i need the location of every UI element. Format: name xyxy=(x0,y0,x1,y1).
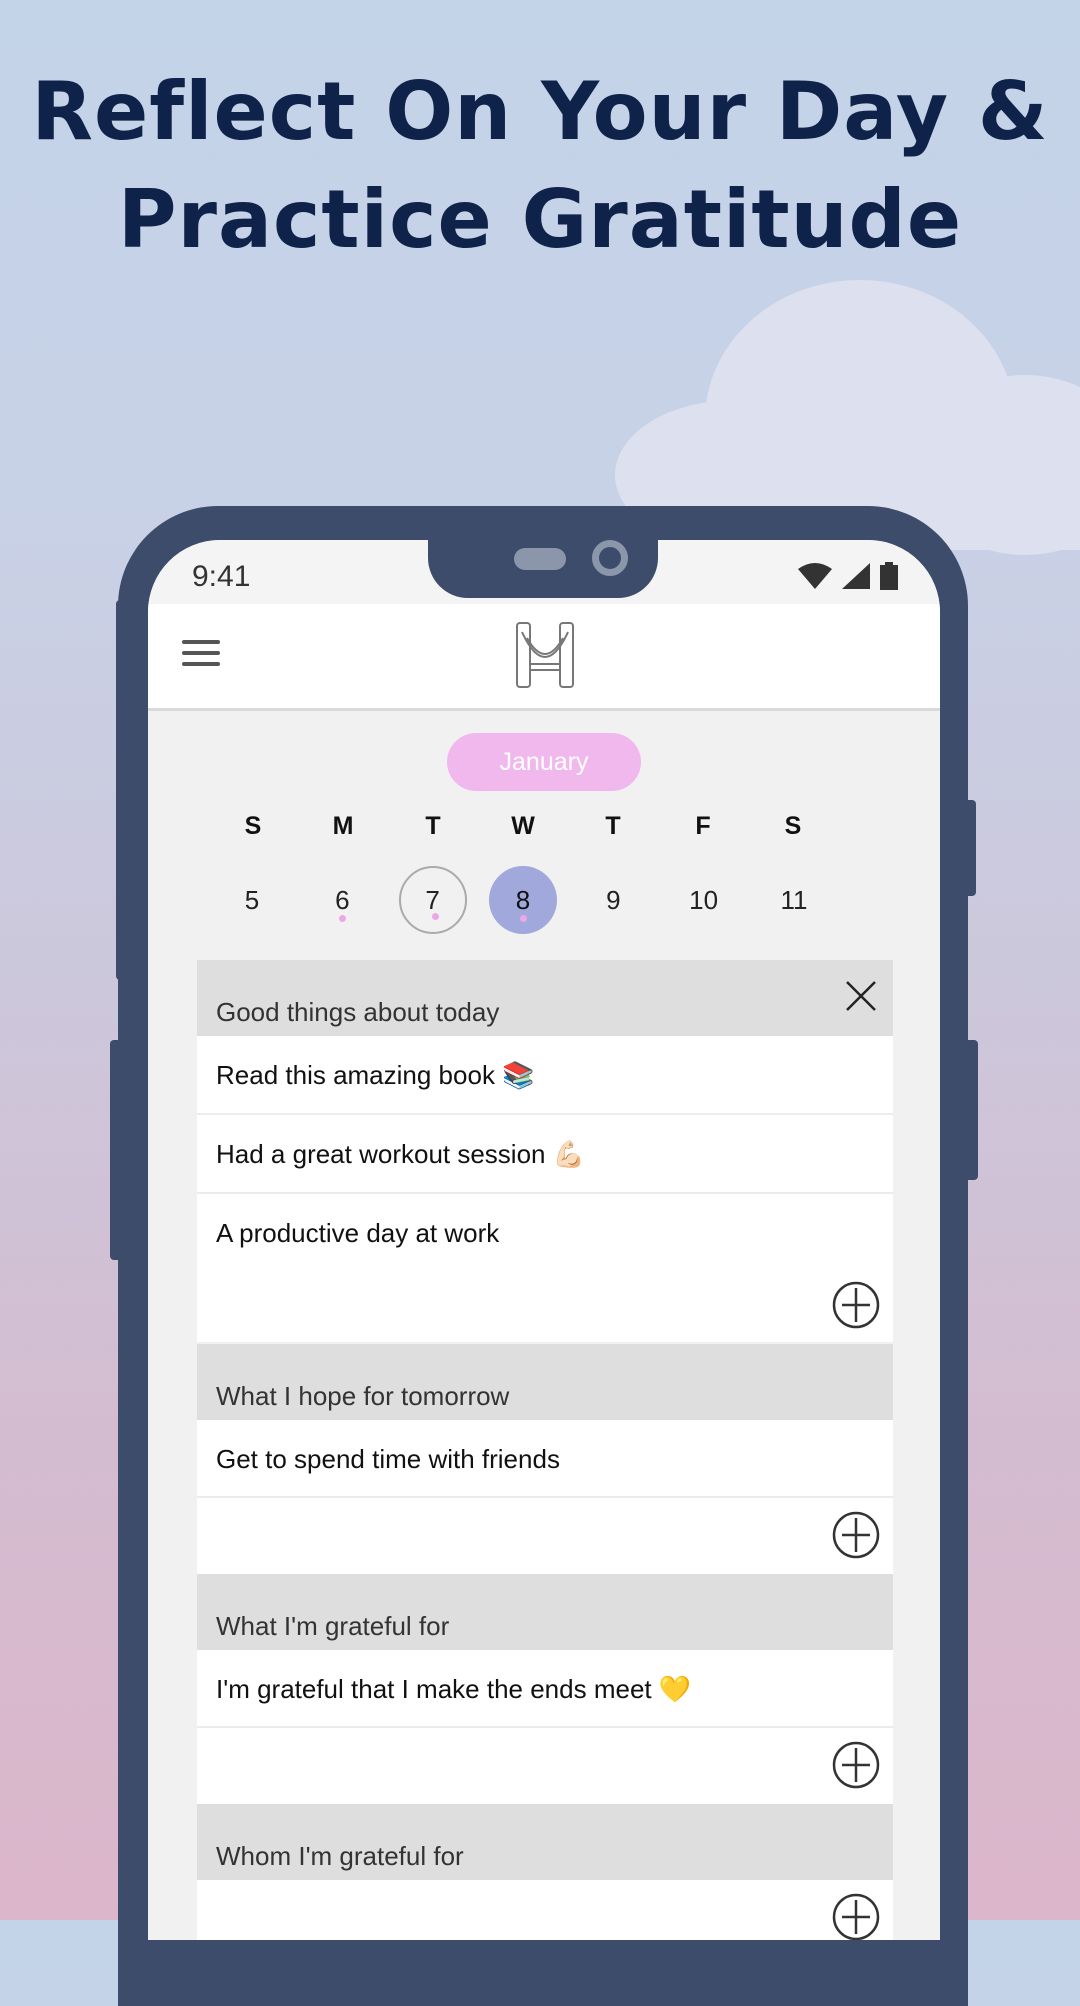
close-icon[interactable] xyxy=(845,980,877,1012)
day-11[interactable]: 11 xyxy=(760,866,828,934)
day-7-today[interactable]: 7 xyxy=(398,866,467,934)
day-5[interactable]: 5 xyxy=(218,866,286,934)
entry-item[interactable]: A productive day at work xyxy=(197,1194,893,1342)
headline: Reflect On Your Day & Practice Gratitude xyxy=(0,58,1080,274)
add-entry-icon[interactable] xyxy=(831,1280,881,1330)
section-title: Whom I'm grateful for xyxy=(216,1841,464,1871)
entry-item[interactable]: Get to spend time with friends xyxy=(197,1420,893,1498)
speaker-icon xyxy=(514,548,566,570)
day-10[interactable]: 10 xyxy=(670,866,738,934)
status-bar: 9:41 xyxy=(148,540,940,604)
entry-item[interactable]: Read this amazing book 📚 xyxy=(197,1036,893,1115)
weekday-label: S xyxy=(784,812,802,840)
app-logo xyxy=(516,622,574,688)
weekday-label: F xyxy=(695,812,711,840)
section-header: Whom I'm grateful for xyxy=(197,1804,893,1880)
section-good-things: Good things about today Read this amazin… xyxy=(197,960,893,1342)
weekday-label: S xyxy=(244,812,262,840)
section-hope-tomorrow: What I hope for tomorrow Get to spend ti… xyxy=(197,1344,893,1574)
day-9[interactable]: 9 xyxy=(579,866,647,934)
add-entry-icon[interactable] xyxy=(831,1740,881,1790)
battery-icon xyxy=(880,562,898,590)
week-days: 5 6 7 8 9 10 11 xyxy=(218,866,828,934)
section-title: What I hope for tomorrow xyxy=(216,1381,510,1411)
section-grateful-for: What I'm grateful for I'm grateful that … xyxy=(197,1574,893,1804)
day-6[interactable]: 6 xyxy=(308,866,376,934)
entry-dot-icon xyxy=(339,915,347,922)
section-header: Good things about today xyxy=(197,960,893,1036)
day-8-selected[interactable]: 8 xyxy=(488,866,557,934)
app-bar xyxy=(148,604,940,711)
entry-dot-icon xyxy=(431,913,439,920)
entry-item[interactable]: Had a great workout session 💪🏻 xyxy=(197,1115,893,1194)
section-title: Good things about today xyxy=(216,997,500,1027)
weekday-label: M xyxy=(332,812,354,840)
weekday-label: T xyxy=(425,812,441,840)
add-entry-icon[interactable] xyxy=(831,1510,881,1560)
weekday-label: T xyxy=(605,812,621,840)
section-header: What I'm grateful for xyxy=(197,1574,893,1650)
section-title: What I'm grateful for xyxy=(216,1611,450,1641)
entry-item[interactable]: I'm grateful that I make the ends meet 💛 xyxy=(197,1650,893,1728)
status-time: 9:41 xyxy=(192,560,251,593)
entry-dot-icon xyxy=(519,915,527,922)
weekday-label: W xyxy=(511,812,535,840)
section-header: What I hope for tomorrow xyxy=(197,1344,893,1420)
new-entry-row[interactable] xyxy=(197,1728,893,1804)
status-icons xyxy=(798,562,898,590)
new-entry-row[interactable] xyxy=(197,1498,893,1574)
phone-screen: 9:41 January S M T W T F S 5 6 7 8 9 10 … xyxy=(148,540,940,1940)
hamburger-menu-icon[interactable] xyxy=(182,640,220,668)
headline-line-1: Reflect On Your Day & xyxy=(31,65,1049,158)
signal-icon xyxy=(842,563,870,589)
new-entry-row[interactable] xyxy=(197,1880,893,1940)
wifi-icon xyxy=(798,563,832,589)
camera-icon xyxy=(592,540,628,576)
weekday-header: S M T W T F S xyxy=(218,812,828,841)
month-selector[interactable]: January xyxy=(447,733,641,791)
headline-line-2: Practice Gratitude xyxy=(117,173,963,266)
add-entry-icon[interactable] xyxy=(831,1892,881,1940)
phone-notch xyxy=(428,540,658,598)
